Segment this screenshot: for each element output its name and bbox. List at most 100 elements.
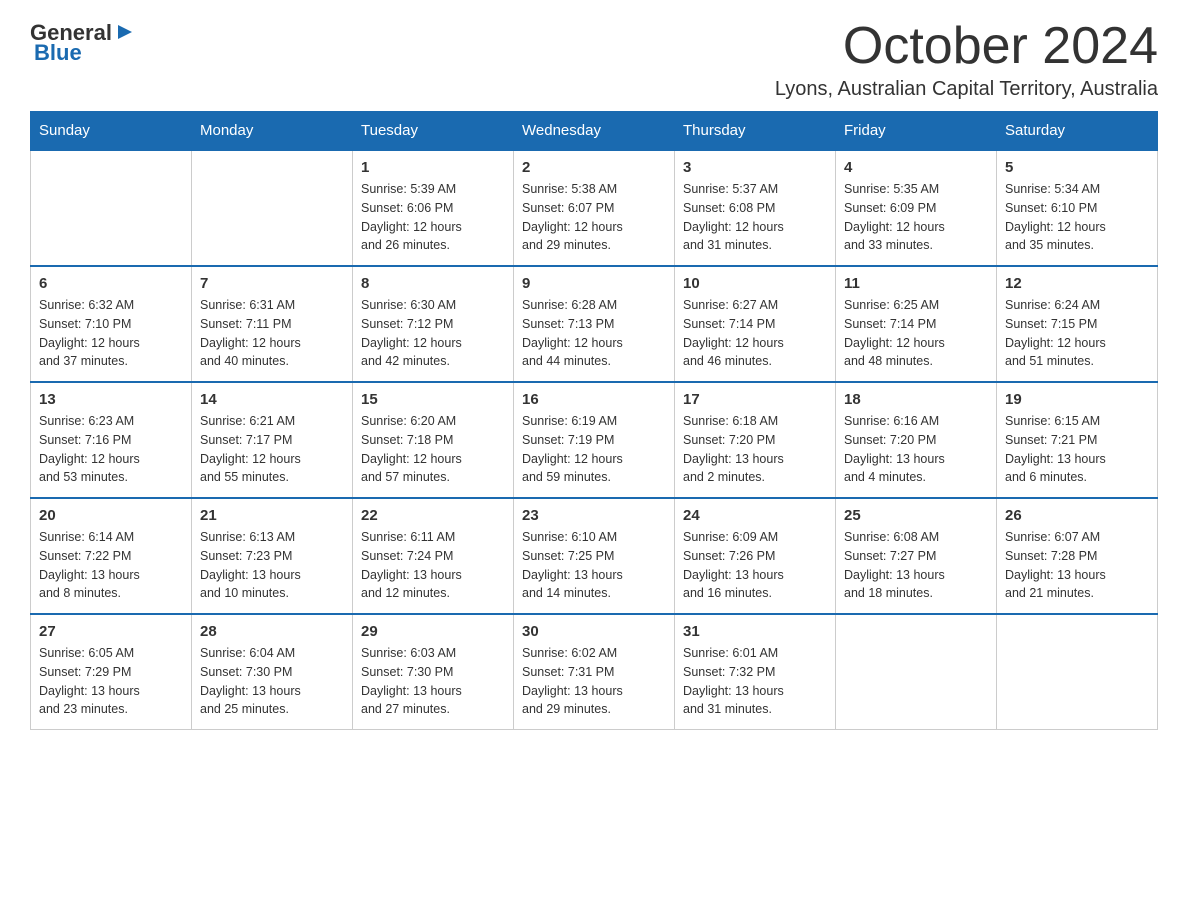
day-info: Sunrise: 6:01 AM Sunset: 7:32 PM Dayligh… [683, 644, 827, 719]
calendar-day-cell: 7 Sunrise: 6:31 AM Sunset: 7:11 PM Daylig… [192, 266, 353, 382]
day-info: Sunrise: 6:04 AM Sunset: 7:30 PM Dayligh… [200, 644, 344, 719]
calendar-day-cell: 23 Sunrise: 6:10 AM Sunset: 7:25 PM Dayli… [514, 498, 675, 614]
day-info: Sunrise: 6:19 AM Sunset: 7:19 PM Dayligh… [522, 412, 666, 487]
calendar-day-cell: 11 Sunrise: 6:25 AM Sunset: 7:14 PM Dayli… [836, 266, 997, 382]
day-info: Sunrise: 5:38 AM Sunset: 6:07 PM Dayligh… [522, 180, 666, 255]
day-number: 20 [39, 507, 183, 524]
day-number: 25 [844, 507, 988, 524]
day-number: 7 [200, 275, 344, 292]
calendar-day-cell: 28 Sunrise: 6:04 AM Sunset: 7:30 PM Dayli… [192, 614, 353, 730]
day-number: 23 [522, 507, 666, 524]
day-number: 3 [683, 159, 827, 176]
day-number: 4 [844, 159, 988, 176]
day-number: 5 [1005, 159, 1149, 176]
day-info: Sunrise: 5:39 AM Sunset: 6:06 PM Dayligh… [361, 180, 505, 255]
calendar-day-cell: 24Sunrise: 6:09 AM Sunset: 7:26 PM Dayli… [675, 498, 836, 614]
day-number: 6 [39, 275, 183, 292]
calendar-day-cell: 3 Sunrise: 5:37 AM Sunset: 6:08 PM Daylig… [675, 150, 836, 266]
day-number: 2 [522, 159, 666, 176]
calendar-week-row: 6 Sunrise: 6:32 AM Sunset: 7:10 PM Daylig… [31, 266, 1158, 382]
day-info: Sunrise: 6:15 AM Sunset: 7:21 PM Dayligh… [1005, 412, 1149, 487]
header: General Blue October 2024 Lyons, Austral… [30, 20, 1158, 101]
calendar-week-row: 13Sunrise: 6:23 AM Sunset: 7:16 PM Dayli… [31, 382, 1158, 498]
calendar-table: SundayMondayTuesdayWednesdayThursdayFrid… [30, 111, 1158, 730]
day-number: 30 [522, 623, 666, 640]
day-number: 27 [39, 623, 183, 640]
day-info: Sunrise: 6:16 AM Sunset: 7:20 PM Dayligh… [844, 412, 988, 487]
calendar-header-cell: Thursday [675, 112, 836, 151]
day-info: Sunrise: 6:02 AM Sunset: 7:31 PM Dayligh… [522, 644, 666, 719]
day-number: 17 [683, 391, 827, 408]
day-number: 10 [683, 275, 827, 292]
calendar-header-cell: Friday [836, 112, 997, 151]
calendar-day-cell: 27Sunrise: 6:05 AM Sunset: 7:29 PM Dayli… [31, 614, 192, 730]
calendar-day-cell: 14Sunrise: 6:21 AM Sunset: 7:17 PM Dayli… [192, 382, 353, 498]
calendar-day-cell: 21Sunrise: 6:13 AM Sunset: 7:23 PM Dayli… [192, 498, 353, 614]
day-number: 13 [39, 391, 183, 408]
calendar-day-cell: 9Sunrise: 6:28 AM Sunset: 7:13 PM Daylig… [514, 266, 675, 382]
day-number: 16 [522, 391, 666, 408]
day-info: Sunrise: 6:08 AM Sunset: 7:27 PM Dayligh… [844, 528, 988, 603]
day-info: Sunrise: 6:20 AM Sunset: 7:18 PM Dayligh… [361, 412, 505, 487]
calendar-day-cell: 15 Sunrise: 6:20 AM Sunset: 7:18 PM Dayli… [353, 382, 514, 498]
calendar-day-cell: 26 Sunrise: 6:07 AM Sunset: 7:28 PM Dayli… [997, 498, 1158, 614]
subtitle: Lyons, Australian Capital Territory, Aus… [775, 78, 1158, 101]
calendar-week-row: 20 Sunrise: 6:14 AM Sunset: 7:22 PM Dayli… [31, 498, 1158, 614]
logo-triangle-icon [114, 21, 136, 43]
day-number: 15 [361, 391, 505, 408]
calendar-day-cell: 29 Sunrise: 6:03 AM Sunset: 7:30 PM Dayli… [353, 614, 514, 730]
day-info: Sunrise: 6:31 AM Sunset: 7:11 PM Dayligh… [200, 296, 344, 371]
day-info: Sunrise: 6:30 AM Sunset: 7:12 PM Dayligh… [361, 296, 505, 371]
calendar-header-cell: Saturday [997, 112, 1158, 151]
day-number: 29 [361, 623, 505, 640]
day-number: 26 [1005, 507, 1149, 524]
day-info: Sunrise: 6:10 AM Sunset: 7:25 PM Dayligh… [522, 528, 666, 603]
day-info: Sunrise: 5:37 AM Sunset: 6:08 PM Dayligh… [683, 180, 827, 255]
day-number: 24 [683, 507, 827, 524]
day-info: Sunrise: 6:28 AM Sunset: 7:13 PM Dayligh… [522, 296, 666, 371]
day-info: Sunrise: 5:35 AM Sunset: 6:09 PM Dayligh… [844, 180, 988, 255]
calendar-day-cell [192, 150, 353, 266]
title-area: October 2024 Lyons, Australian Capital T… [775, 20, 1158, 101]
calendar-day-cell: 30 Sunrise: 6:02 AM Sunset: 7:31 PM Dayli… [514, 614, 675, 730]
day-number: 11 [844, 275, 988, 292]
calendar-header: SundayMondayTuesdayWednesdayThursdayFrid… [31, 112, 1158, 151]
day-info: Sunrise: 6:18 AM Sunset: 7:20 PM Dayligh… [683, 412, 827, 487]
day-info: Sunrise: 6:14 AM Sunset: 7:22 PM Dayligh… [39, 528, 183, 603]
day-number: 28 [200, 623, 344, 640]
day-info: Sunrise: 6:11 AM Sunset: 7:24 PM Dayligh… [361, 528, 505, 603]
calendar-day-cell: 16 Sunrise: 6:19 AM Sunset: 7:19 PM Dayli… [514, 382, 675, 498]
calendar-day-cell: 1Sunrise: 5:39 AM Sunset: 6:06 PM Daylig… [353, 150, 514, 266]
day-number: 19 [1005, 391, 1149, 408]
calendar-day-cell: 25 Sunrise: 6:08 AM Sunset: 7:27 PM Dayli… [836, 498, 997, 614]
calendar-day-cell: 18 Sunrise: 6:16 AM Sunset: 7:20 PM Dayli… [836, 382, 997, 498]
day-info: Sunrise: 6:25 AM Sunset: 7:14 PM Dayligh… [844, 296, 988, 371]
calendar-day-cell: 12Sunrise: 6:24 AM Sunset: 7:15 PM Dayli… [997, 266, 1158, 382]
day-info: Sunrise: 6:13 AM Sunset: 7:23 PM Dayligh… [200, 528, 344, 603]
calendar-day-cell: 17 Sunrise: 6:18 AM Sunset: 7:20 PM Dayli… [675, 382, 836, 498]
day-info: Sunrise: 6:03 AM Sunset: 7:30 PM Dayligh… [361, 644, 505, 719]
logo: General Blue [30, 20, 136, 66]
day-number: 8 [361, 275, 505, 292]
calendar-header-cell: Tuesday [353, 112, 514, 151]
calendar-day-cell: 5 Sunrise: 5:34 AM Sunset: 6:10 PM Daylig… [997, 150, 1158, 266]
day-info: Sunrise: 6:07 AM Sunset: 7:28 PM Dayligh… [1005, 528, 1149, 603]
calendar-day-cell [31, 150, 192, 266]
day-info: Sunrise: 5:34 AM Sunset: 6:10 PM Dayligh… [1005, 180, 1149, 255]
calendar-week-row: 27Sunrise: 6:05 AM Sunset: 7:29 PM Dayli… [31, 614, 1158, 730]
calendar-week-row: 1Sunrise: 5:39 AM Sunset: 6:06 PM Daylig… [31, 150, 1158, 266]
calendar-day-cell: 20 Sunrise: 6:14 AM Sunset: 7:22 PM Dayli… [31, 498, 192, 614]
logo-blue-text: Blue [34, 40, 82, 66]
calendar-header-cell: Monday [192, 112, 353, 151]
day-number: 31 [683, 623, 827, 640]
day-info: Sunrise: 6:32 AM Sunset: 7:10 PM Dayligh… [39, 296, 183, 371]
day-info: Sunrise: 6:27 AM Sunset: 7:14 PM Dayligh… [683, 296, 827, 371]
calendar-day-cell: 10 Sunrise: 6:27 AM Sunset: 7:14 PM Dayli… [675, 266, 836, 382]
calendar-day-cell: 4 Sunrise: 5:35 AM Sunset: 6:09 PM Daylig… [836, 150, 997, 266]
day-number: 18 [844, 391, 988, 408]
calendar-header-cell: Sunday [31, 112, 192, 151]
calendar-day-cell: 6 Sunrise: 6:32 AM Sunset: 7:10 PM Daylig… [31, 266, 192, 382]
day-info: Sunrise: 6:21 AM Sunset: 7:17 PM Dayligh… [200, 412, 344, 487]
calendar-day-cell [997, 614, 1158, 730]
calendar-day-cell: 2 Sunrise: 5:38 AM Sunset: 6:07 PM Daylig… [514, 150, 675, 266]
